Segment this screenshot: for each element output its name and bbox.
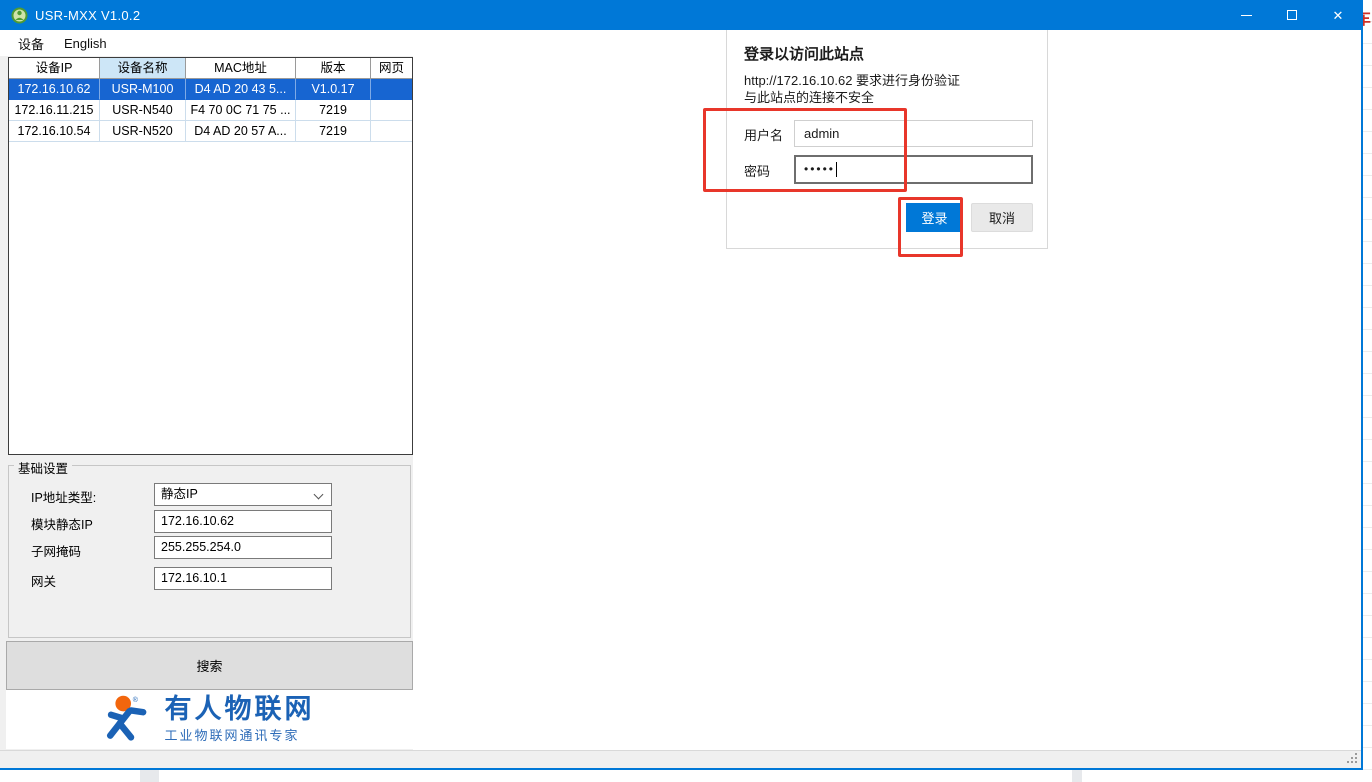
static-ip-label: 模块静态IP (31, 514, 93, 533)
device-panel: 设备IP 设备名称 MAC地址 版本 网页 172.16.10.62 USR-M… (0, 56, 413, 750)
close-button[interactable]: ✕ (1315, 0, 1361, 30)
column-header-version[interactable]: 版本 (296, 58, 371, 79)
runner-logo-icon: ® (105, 694, 157, 746)
column-header-web[interactable]: 网页 (371, 58, 412, 79)
cell-device-ip: 172.16.10.62 (9, 79, 100, 100)
annotation-box-credentials (703, 108, 907, 192)
background-fragment (1072, 770, 1082, 782)
ip-type-label: IP地址类型: (31, 487, 96, 506)
logo-slogan: 工业物联网通讯专家 (165, 725, 315, 744)
cell-device-name: USR-N520 (100, 121, 186, 142)
minimize-icon (1241, 15, 1252, 16)
table-row[interactable]: 172.16.10.62 USR-M100 D4 AD 20 43 5... V… (9, 79, 412, 100)
annotation-box-login-button (898, 197, 963, 257)
cell-device-version: 7219 (296, 121, 371, 142)
cell-device-web (371, 121, 412, 142)
chevron-down-icon (314, 490, 324, 500)
device-table: 设备IP 设备名称 MAC地址 版本 网页 172.16.10.62 USR-M… (8, 57, 413, 455)
dialog-title: 登录以访问此站点 (744, 43, 864, 64)
background-fragment (140, 770, 159, 782)
resize-grip-icon[interactable] (1345, 753, 1357, 765)
cell-device-web (371, 100, 412, 121)
gateway-label: 网关 (31, 571, 56, 590)
svg-text:®: ® (132, 695, 137, 703)
search-button[interactable]: 搜索 (6, 641, 413, 690)
app-icon (11, 7, 28, 24)
cell-device-mac: D4 AD 20 43 5... (186, 79, 296, 100)
table-row[interactable]: 172.16.11.215 USR-N540 F4 70 0C 71 75 ..… (9, 100, 412, 121)
ip-type-select[interactable]: 静态IP (154, 483, 332, 506)
subnet-mask-input[interactable]: 255.255.254.0 (154, 536, 332, 559)
cell-device-version: V1.0.17 (296, 79, 371, 100)
column-header-mac[interactable]: MAC地址 (186, 58, 296, 79)
menu-item-english[interactable]: English (54, 32, 117, 55)
ip-type-value: 静态IP (161, 487, 198, 501)
window-title: USR-MXX V1.0.2 (35, 8, 140, 23)
cell-device-ip: 172.16.11.215 (9, 100, 100, 121)
cell-device-web (371, 79, 412, 100)
column-header-name[interactable]: 设备名称 (100, 58, 186, 79)
desktop: 车 USR-MXX V1.0.2 ✕ 设备 English (0, 0, 1372, 782)
maximize-button[interactable] (1269, 0, 1315, 30)
group-legend: 基础设置 (14, 458, 72, 477)
cancel-button[interactable]: 取消 (971, 203, 1033, 232)
dialog-insecure-line: 与此站点的连接不安全 (744, 87, 874, 106)
cell-device-mac: D4 AD 20 57 A... (186, 121, 296, 142)
usr-mxx-window: USR-MXX V1.0.2 ✕ 设备 English 设备IP 设备名称 MA… (0, 0, 1363, 770)
background-red-text-fragment: 车 (1363, 5, 1371, 29)
menubar: 设备 English (0, 30, 1361, 56)
window-controls: ✕ (1223, 0, 1361, 30)
subnet-mask-label: 子网掩码 (31, 541, 81, 560)
maximize-icon (1287, 10, 1297, 20)
close-icon: ✕ (1333, 9, 1344, 22)
cell-device-name: USR-N540 (100, 100, 186, 121)
column-header-ip[interactable]: 设备IP (9, 58, 100, 79)
cell-device-name: USR-M100 (100, 79, 186, 100)
device-table-header: 设备IP 设备名称 MAC地址 版本 网页 (9, 58, 412, 79)
basic-settings-group: 基础设置 IP地址类型: 静态IP 模块静态IP 172.16.10.62 子网… (8, 465, 411, 638)
static-ip-input[interactable]: 172.16.10.62 (154, 510, 332, 533)
cell-device-version: 7219 (296, 100, 371, 121)
logo-brand: 有人物联网 (165, 695, 315, 723)
background-window-sliver: 车 (1363, 0, 1372, 782)
cell-device-mac: F4 70 0C 71 75 ... (186, 100, 296, 121)
logo-area: ® 有人物联网 工业物联网通讯专家 (6, 690, 413, 749)
menu-item-device[interactable]: 设备 (8, 30, 54, 57)
gateway-input[interactable]: 172.16.10.1 (154, 567, 332, 590)
logo-text: 有人物联网 工业物联网通讯专家 (165, 695, 315, 744)
titlebar[interactable]: USR-MXX V1.0.2 ✕ (0, 0, 1361, 30)
cell-device-ip: 172.16.10.54 (9, 121, 100, 142)
table-row[interactable]: 172.16.10.54 USR-N520 D4 AD 20 57 A... 7… (9, 121, 412, 142)
status-bar (0, 750, 1361, 768)
minimize-button[interactable] (1223, 0, 1269, 30)
usr-iot-logo: ® 有人物联网 工业物联网通讯专家 (105, 694, 315, 746)
